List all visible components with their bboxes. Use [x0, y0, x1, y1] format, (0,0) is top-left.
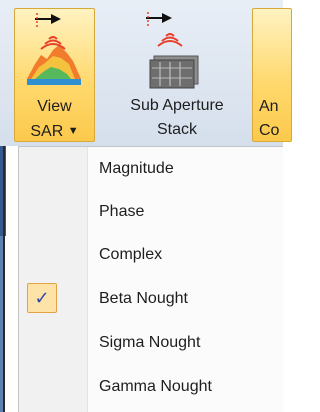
checkmark-icon: ✓	[27, 283, 57, 313]
next-ribbon-label-line1: An	[259, 98, 279, 115]
sub-aperture-label-line1: Sub Aperture	[130, 97, 224, 114]
menu-item-phase[interactable]: Phase	[21, 191, 281, 233]
view-sar-label-line1: View	[37, 98, 72, 115]
ribbon-toolbar: View SAR ▼ Sub Aperture Stack An Co	[0, 0, 292, 147]
view-sar-label-line2: SAR ▼	[30, 123, 79, 140]
next-ribbon-label-line2: Co	[259, 122, 280, 139]
window-edge-dark	[3, 146, 5, 412]
chevron-down-icon: ▼	[67, 125, 79, 137]
next-ribbon-button[interactable]: An Co	[252, 8, 292, 142]
menu-item-label: Sigma Nought	[99, 334, 201, 351]
sub-aperture-stack-icon	[146, 12, 199, 89]
menu-item-sigma-nought[interactable]: Sigma Nought	[21, 322, 281, 364]
background-window-edge	[0, 146, 18, 412]
view-sar-button[interactable]: View SAR ▼	[14, 8, 95, 142]
menu-item-label: Phase	[99, 203, 145, 220]
menu-item-beta-nought[interactable]: ✓ Beta Nought	[21, 278, 281, 320]
menu-item-label: Beta Nought	[99, 290, 188, 307]
menu-item-complex[interactable]: Complex	[21, 234, 281, 276]
sub-aperture-stack-button[interactable]: Sub Aperture Stack	[108, 8, 246, 142]
menu-item-label: Magnitude	[99, 160, 174, 177]
sub-aperture-label-line2: Stack	[156, 121, 197, 138]
menu-item-gamma-nought[interactable]: Gamma Nought	[21, 366, 281, 408]
menu-item-label: Gamma Nought	[99, 378, 212, 395]
menu-item-label: Complex	[99, 246, 163, 263]
menu-item-magnitude[interactable]: Magnitude	[21, 148, 281, 190]
view-sar-icon	[27, 13, 81, 85]
view-sar-dropdown-menu: Magnitude Phase Complex ✓ Beta Nought Si…	[18, 146, 283, 412]
